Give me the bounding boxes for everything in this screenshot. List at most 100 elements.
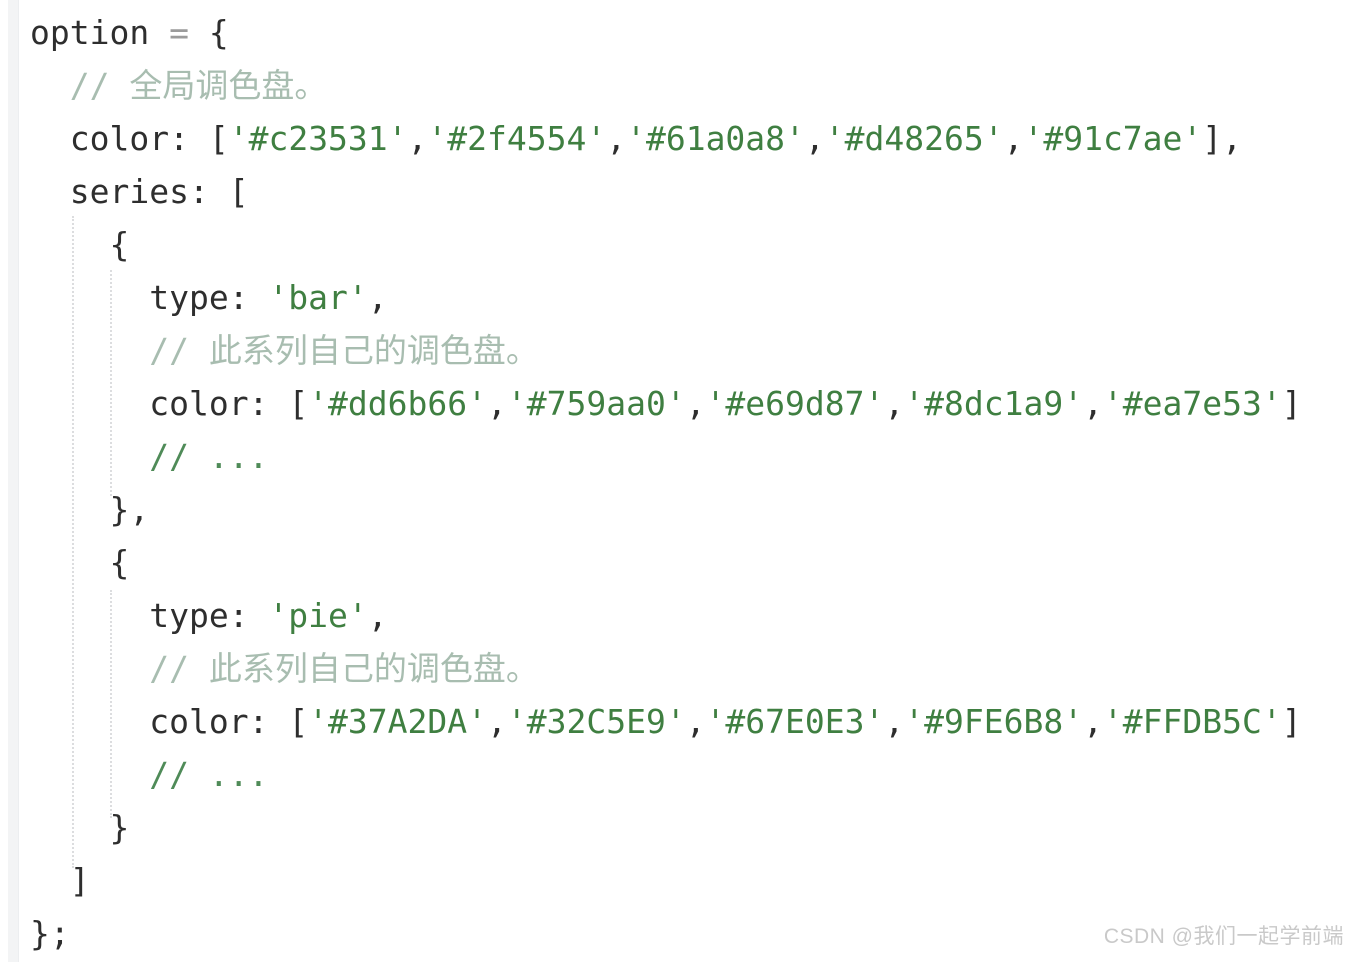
code-token-punct: [ (208, 119, 229, 158)
code-token-str: '#61a0a8' (626, 119, 805, 158)
editor-gutter-strip (8, 0, 19, 962)
code-token-punct: , (1083, 702, 1103, 741)
code-token-punct: { (208, 13, 229, 52)
code-token-punct: , (685, 702, 706, 741)
code-token-punct: , (884, 384, 905, 423)
code-line: // 此系列自己的调色盘。 (30, 642, 1360, 695)
code-line: // ... (30, 748, 1360, 801)
code-viewer: option = { // 全局调色盘。 color: ['#c23531','… (0, 0, 1360, 962)
code-token-punct: , (804, 119, 825, 158)
code-token-punct: }, (109, 490, 150, 529)
code-token-str: '#e69d87' (705, 384, 885, 423)
code-token-punct: , (685, 384, 706, 423)
code-token-punct: ] (69, 861, 90, 900)
code-token-cmt-cn: // 此系列自己的调色盘。 (149, 649, 539, 688)
code-token-str: '#37A2DA' (308, 702, 487, 741)
code-line: option = { (30, 6, 1360, 59)
code-token-punct: { (109, 543, 130, 582)
code-token-str: '#2f4554' (427, 119, 607, 158)
csdn-watermark: CSDN @我们一起学前端 (1103, 925, 1344, 948)
code-token-str: '#32C5E9' (506, 702, 686, 741)
code-token-plain: color: (149, 702, 269, 741)
code-token-plain: color: (69, 119, 189, 158)
code-line: color: ['#37A2DA','#32C5E9','#67E0E3','#… (30, 695, 1360, 748)
code-token-cmt: // ... (149, 755, 269, 794)
code-token-cmt: // ... (149, 437, 269, 476)
code-token-punct: } (109, 808, 130, 847)
code-token-plain: type: (149, 596, 249, 635)
code-line: } (30, 801, 1360, 854)
code-token-punct: , (884, 702, 905, 741)
code-line: color: ['#dd6b66','#759aa0','#e69d87','#… (30, 377, 1360, 430)
code-line: { (30, 218, 1360, 271)
code-token-cmt-cn: // 此系列自己的调色盘。 (149, 331, 539, 370)
code-token-punct: , (1083, 384, 1103, 423)
code-token-punct: , (407, 119, 428, 158)
code-token-str: '#c23531' (228, 119, 408, 158)
code-line: type: 'pie', (30, 589, 1360, 642)
code-token-punct: ], (1202, 119, 1243, 158)
code-token-str: '#dd6b66' (308, 384, 487, 423)
code-token-str: 'pie' (268, 596, 368, 635)
code-token-punct: [ (228, 172, 249, 211)
code-token-plain: type: (149, 278, 249, 317)
code-token-str: '#9FE6B8' (904, 702, 1084, 741)
code-token-punct: ] (1281, 702, 1302, 741)
code-token-punct: , (606, 119, 627, 158)
code-token-plain: color: (149, 384, 269, 423)
code-token-punct: [ (288, 702, 309, 741)
code-token-str: '#759aa0' (506, 384, 686, 423)
code-token-str: '#FFDB5C' (1102, 702, 1282, 741)
code-token-punct: }; (30, 914, 70, 953)
code-block: option = { // 全局调色盘。 color: ['#c23531','… (30, 6, 1360, 960)
code-token-str: '#d48265' (824, 119, 1004, 158)
code-line: // 此系列自己的调色盘。 (30, 324, 1360, 377)
code-line: series: [ (30, 165, 1360, 218)
code-token-punct: , (487, 384, 507, 423)
code-line: // 全局调色盘。 (30, 59, 1360, 112)
code-token-str: '#ea7e53' (1102, 384, 1282, 423)
code-token-cmt-cn: // 全局调色盘。 (69, 66, 328, 105)
code-token-punct: , (487, 702, 507, 741)
code-token-punct: , (367, 596, 388, 635)
code-token-str: 'bar' (268, 278, 368, 317)
code-token-plain: series: (69, 172, 209, 211)
code-line: ] (30, 854, 1360, 907)
code-token-punct: , (367, 278, 388, 317)
code-token-str: '#67E0E3' (705, 702, 885, 741)
code-line: // ... (30, 430, 1360, 483)
code-token-punct: [ (288, 384, 309, 423)
code-token-plain: option (30, 13, 150, 52)
code-token-punct: ] (1281, 384, 1302, 423)
code-line: color: ['#c23531','#2f4554','#61a0a8','#… (30, 112, 1360, 165)
code-token-punct: { (109, 225, 130, 264)
code-line: { (30, 536, 1360, 589)
code-token-str: '#8dc1a9' (904, 384, 1084, 423)
code-token-str: '#91c7ae' (1023, 119, 1203, 158)
code-line: }, (30, 483, 1360, 536)
